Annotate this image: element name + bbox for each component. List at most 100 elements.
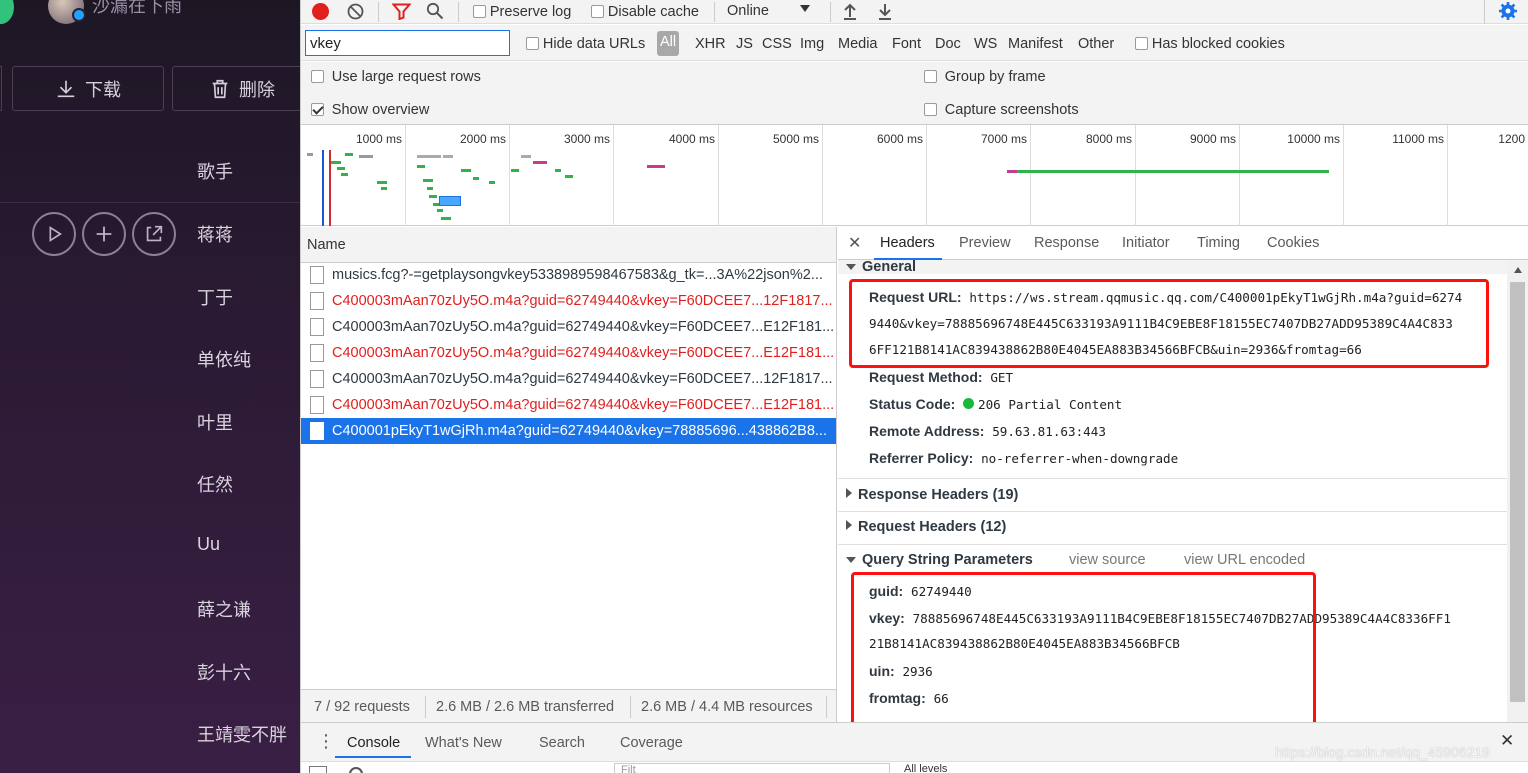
gear-icon[interactable] [1498, 1, 1518, 21]
general-title: General [862, 259, 916, 275]
general-section-toggle[interactable]: General [846, 259, 916, 275]
export-har-icon[interactable] [876, 2, 894, 20]
type-filter-js[interactable]: JS [736, 36, 753, 52]
checkbox-box[interactable] [924, 70, 937, 83]
view-url-encoded-link[interactable]: view URL encoded [1184, 552, 1305, 568]
singer-item[interactable]: 王靖雯不胖 [197, 721, 287, 747]
show-overview-checkbox[interactable]: Show overview [311, 101, 429, 118]
response-headers-toggle[interactable]: Response Headers (19) [846, 487, 1018, 503]
singer-item[interactable]: 蒋蒋 [197, 221, 233, 247]
more-vert-icon[interactable]: ⋮ [317, 731, 335, 752]
request-headers-toggle[interactable]: Request Headers (12) [846, 519, 1006, 535]
view-source-link[interactable]: view source [1069, 552, 1146, 568]
singer-item[interactable]: Uu [197, 534, 220, 555]
console-filter-input[interactable]: Filt [614, 763, 890, 773]
search-icon[interactable] [426, 2, 444, 20]
tick-label: 2000 ms [459, 132, 506, 146]
type-filter-font[interactable]: Font [892, 36, 921, 52]
disable-cache-checkbox[interactable]: Disable cache [591, 3, 699, 20]
import-har-icon[interactable] [841, 2, 859, 20]
table-row[interactable]: C400003mAan70zUy5O.m4a?guid=62749440&vke… [301, 288, 836, 314]
share-button[interactable] [132, 212, 176, 256]
expanded-triangle-icon [846, 264, 856, 270]
referrer-policy-value: no-referrer-when-downgrade [981, 451, 1179, 466]
timeline-bar [377, 181, 387, 184]
checkbox-box[interactable] [311, 103, 324, 116]
network-overview-timeline[interactable]: 1000 ms 2000 ms 3000 ms 4000 ms 5000 ms … [301, 124, 1528, 226]
type-filter-ws[interactable]: WS [974, 36, 997, 52]
checkbox-box[interactable] [1135, 37, 1148, 50]
has-blocked-cookies-checkbox[interactable]: Has blocked cookies [1135, 35, 1285, 52]
username[interactable]: 沙漏在下雨 [92, 0, 182, 18]
response-headers-title: Response Headers (19) [858, 487, 1019, 503]
record-icon[interactable] [312, 3, 329, 20]
large-rows-checkbox[interactable]: Use large request rows [311, 68, 481, 85]
capture-screenshots-checkbox[interactable]: Capture screenshots [924, 101, 1079, 118]
query-params-toggle[interactable]: Query String Parameters [846, 552, 1033, 568]
singer-item[interactable]: 叶里 [197, 409, 233, 435]
scrollbar-thumb[interactable] [1510, 282, 1525, 702]
close-icon[interactable]: ✕ [848, 233, 861, 253]
checkbox-box[interactable] [591, 5, 604, 18]
checkbox-box[interactable] [473, 5, 486, 18]
table-row-selected[interactable]: C400001pEkyT1wGjRh.m4a?guid=62749440&vke… [301, 418, 836, 444]
scroll-up-icon[interactable] [1514, 267, 1522, 273]
tab-preview[interactable]: Preview [959, 235, 1011, 251]
drawer-tab-coverage[interactable]: Coverage [620, 735, 683, 751]
filter-icon[interactable] [392, 3, 411, 20]
table-row[interactable]: C400003mAan70zUy5O.m4a?guid=62749440&vke… [301, 340, 836, 366]
drawer-tab-search[interactable]: Search [539, 735, 585, 751]
close-drawer-icon[interactable]: ✕ [1500, 731, 1514, 751]
file-icon [310, 422, 324, 440]
download-button[interactable]: 下载 [12, 66, 164, 111]
type-filter-manifest[interactable]: Manifest [1008, 36, 1063, 52]
sidebar-toggle-icon[interactable] [309, 766, 327, 773]
request-list-header[interactable]: Name [301, 227, 836, 263]
tab-cookies[interactable]: Cookies [1267, 235, 1319, 251]
preserve-log-checkbox[interactable]: Preserve log [473, 3, 571, 20]
singer-item[interactable]: 薛之谦 [197, 596, 251, 622]
prev-button-stub[interactable] [0, 66, 2, 111]
drawer-tab-whats-new[interactable]: What's New [425, 735, 502, 751]
singer-item[interactable]: 丁于 [197, 284, 233, 310]
capture-screenshots-label: Capture screenshots [944, 102, 1079, 118]
clear-console-icon[interactable] [349, 767, 363, 773]
group-by-frame-checkbox[interactable]: Group by frame [924, 68, 1046, 85]
table-row[interactable]: C400003mAan70zUy5O.m4a?guid=62749440&vke… [301, 392, 836, 418]
drawer-tab-console[interactable]: Console [347, 735, 400, 751]
type-filter-all[interactable]: All [657, 31, 680, 56]
log-levels-select[interactable]: All levels [904, 763, 947, 773]
type-filter-img[interactable]: Img [800, 36, 824, 52]
name-column-header[interactable]: Name [307, 237, 346, 253]
tab-response[interactable]: Response [1034, 235, 1099, 251]
type-filter-doc[interactable]: Doc [935, 36, 961, 52]
table-row[interactable]: C400003mAan70zUy5O.m4a?guid=62749440&vke… [301, 366, 836, 392]
add-button[interactable] [82, 212, 126, 256]
clear-icon[interactable] [347, 3, 364, 20]
filter-input[interactable] [305, 30, 510, 56]
checkbox-box[interactable] [526, 37, 539, 50]
singer-item[interactable]: 任然 [197, 471, 233, 497]
chevron-down-icon[interactable] [800, 5, 810, 12]
tab-initiator[interactable]: Initiator [1122, 235, 1170, 251]
checkbox-box[interactable] [311, 70, 324, 83]
singer-item[interactable]: 单依纯 [197, 346, 251, 372]
tab-headers[interactable]: Headers [880, 235, 935, 251]
delete-button[interactable]: 删除 [172, 66, 300, 111]
singer-item[interactable]: 彭十六 [197, 659, 251, 685]
type-filter-media[interactable]: Media [838, 36, 878, 52]
play-button[interactable] [32, 212, 76, 256]
type-filter-css[interactable]: CSS [762, 36, 792, 52]
table-row[interactable]: musics.fcg?-=getplaysongvkey533898959846… [301, 262, 836, 288]
file-icon [310, 370, 324, 388]
type-filter-other[interactable]: Other [1078, 36, 1114, 52]
details-scrollbar[interactable] [1507, 260, 1528, 722]
hide-data-urls-checkbox[interactable]: Hide data URLs [526, 35, 645, 52]
type-filter-xhr[interactable]: XHR [695, 36, 726, 52]
app-logo-icon[interactable] [0, 0, 14, 24]
tab-timing[interactable]: Timing [1197, 235, 1240, 251]
table-row[interactable]: C400003mAan70zUy5O.m4a?guid=62749440&vke… [301, 314, 836, 340]
singer-item[interactable]: 歌手 [197, 158, 233, 184]
throttling-select[interactable]: Online [727, 3, 769, 19]
checkbox-box[interactable] [924, 103, 937, 116]
